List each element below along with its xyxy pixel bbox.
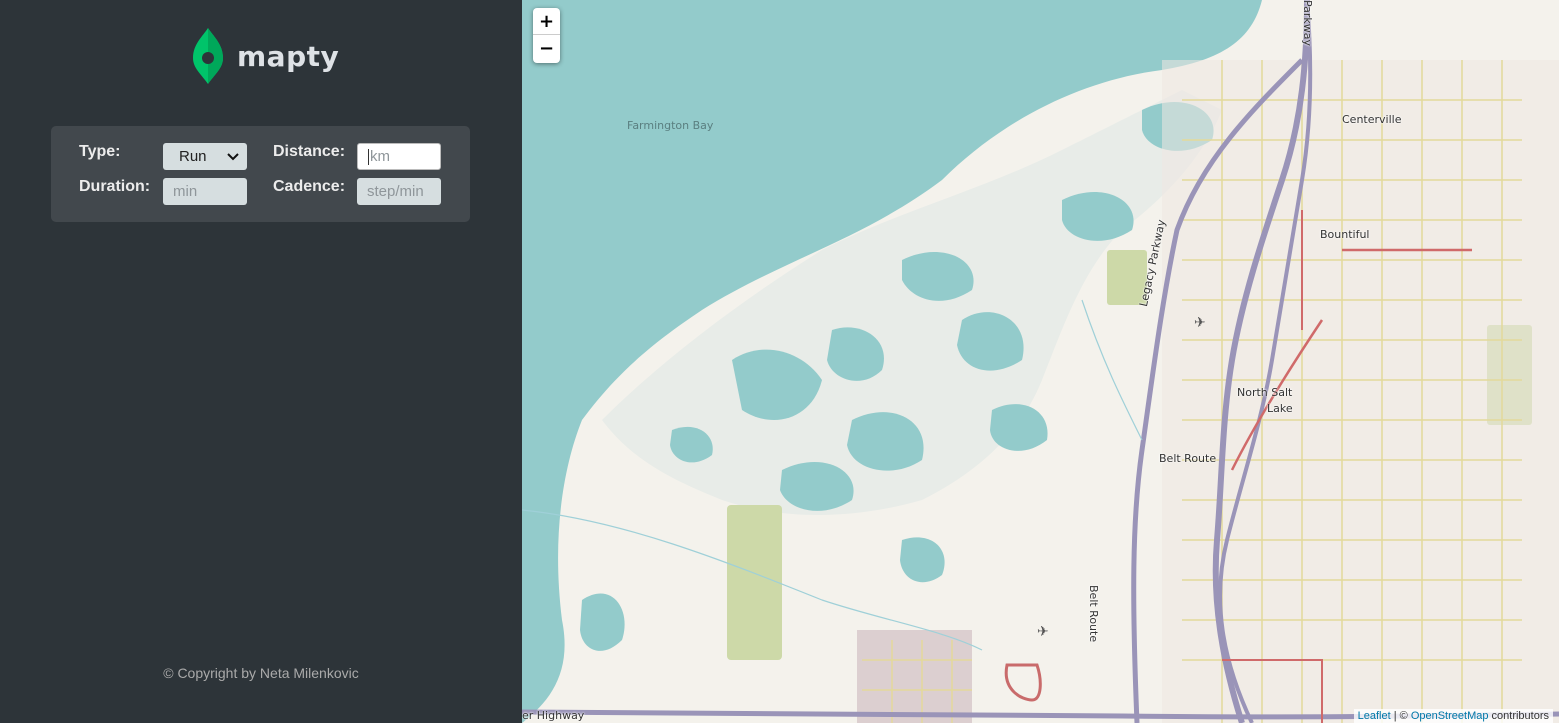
type-label: Type: xyxy=(79,143,121,160)
distance-label: Distance: xyxy=(273,143,346,160)
sidebar: mapty Type: Run Distance: km Duration: m… xyxy=(0,0,522,723)
cadence-label: Cadence: xyxy=(273,178,346,195)
leaflet-link[interactable]: Leaflet xyxy=(1358,710,1391,722)
distance-input[interactable]: km xyxy=(357,143,441,170)
map-label-bountiful: Bountiful xyxy=(1320,228,1370,241)
map-label-north-salt-lake: North Salt xyxy=(1237,386,1293,399)
attribution-separator: | © xyxy=(1390,710,1411,722)
svg-text:✈: ✈ xyxy=(1037,624,1049,640)
text-cursor xyxy=(368,148,369,165)
map-label-centerville: Centerville xyxy=(1342,113,1402,126)
map-label-bay: Farmington Bay xyxy=(627,119,714,132)
map-label-highway: er Highway xyxy=(522,709,585,722)
attribution-suffix: contributors xyxy=(1488,710,1549,722)
chevron-down-icon xyxy=(227,152,239,160)
svg-text:✈: ✈ xyxy=(1194,315,1206,331)
zoom-out-button[interactable]: − xyxy=(533,35,560,62)
duration-placeholder: min xyxy=(173,183,198,200)
map-label-parkway: Parkway xyxy=(1301,0,1314,47)
map-label-belt-route-vertical: Belt Route xyxy=(1087,585,1100,643)
map-label-north-salt-lake-2: Lake xyxy=(1267,402,1293,415)
distance-placeholder: km xyxy=(370,148,390,165)
type-select[interactable]: Run xyxy=(163,143,247,170)
duration-label: Duration: xyxy=(79,178,151,195)
copyright: © Copyright by Neta Milenkovic xyxy=(163,665,359,681)
cadence-placeholder: step/min xyxy=(367,183,424,200)
cadence-input[interactable]: step/min xyxy=(357,178,441,205)
logo: mapty xyxy=(191,28,339,84)
map[interactable]: ✈ ✈ Farmington Bay Centerville Bountiful… xyxy=(522,0,1559,723)
map-attribution: Leaflet | © OpenStreetMap contributors xyxy=(1353,709,1553,723)
logo-text: mapty xyxy=(237,39,340,73)
workout-form: Type: Run Distance: km Duration: min Cad… xyxy=(51,126,470,222)
map-pin-icon xyxy=(193,28,223,84)
zoom-in-button[interactable]: + xyxy=(533,8,560,35)
type-select-value: Run xyxy=(179,148,207,165)
duration-input[interactable]: min xyxy=(163,178,247,205)
map-label-belt-route: Belt Route xyxy=(1159,452,1217,465)
zoom-control: + − xyxy=(533,8,560,63)
map-tiles[interactable]: ✈ ✈ xyxy=(522,0,1559,723)
osm-link[interactable]: OpenStreetMap xyxy=(1411,710,1489,722)
